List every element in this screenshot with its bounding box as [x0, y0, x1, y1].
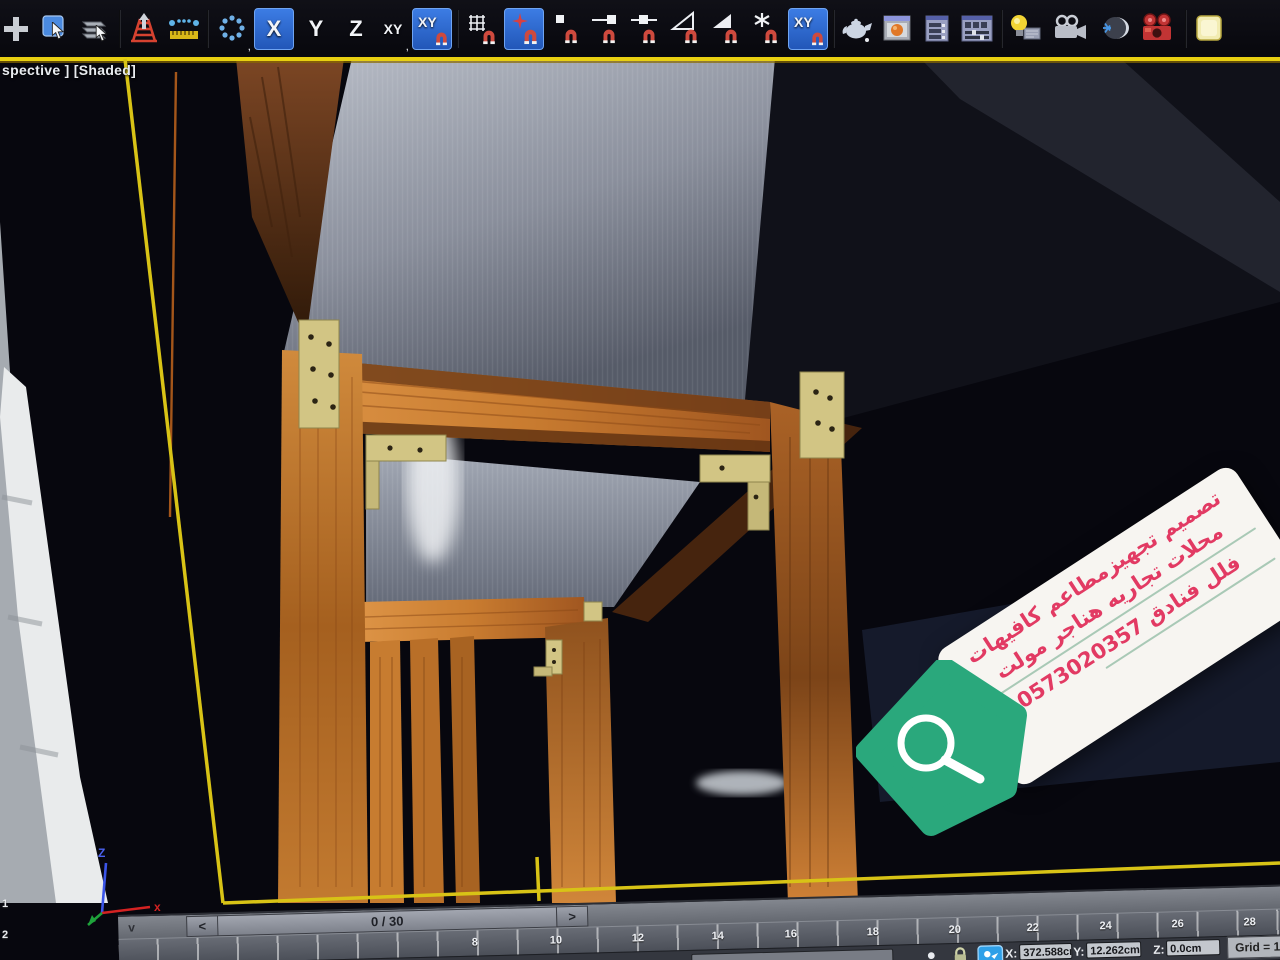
snap-angle-toggle[interactable] [666, 6, 706, 52]
ruler-tick: 22 [1026, 922, 1039, 934]
x-coordinate-label: X: [1005, 946, 1017, 960]
ruler-tick: 20 [948, 924, 961, 936]
edge-digit-1: 1 [2, 898, 8, 910]
snap-pivot-toggle[interactable] [504, 8, 544, 50]
video-camera-icon[interactable] [1046, 6, 1094, 52]
y-coordinate-field[interactable]: 12.262cm [1086, 941, 1141, 958]
select-object-icon[interactable] [36, 6, 76, 52]
ruler-tick: 28 [1243, 916, 1256, 928]
selection-lock-icon[interactable] [951, 947, 969, 960]
next-frame-button[interactable]: > [556, 906, 589, 928]
snap-xy-toggle-b[interactable]: XY [788, 8, 828, 50]
z-coordinate-field[interactable]: 0.0cm [1166, 939, 1220, 956]
edge-digit-2: 2 [2, 929, 8, 941]
perspective-viewport[interactable]: Z x [0, 57, 1280, 960]
ruler-tick: 8 [472, 936, 478, 948]
dialog-panel-a-icon[interactable] [918, 6, 958, 52]
snap-midpoint-toggle[interactable] [626, 6, 666, 52]
floor-highlight [696, 771, 788, 795]
main-toolbar: , X Y Z XY , XY [0, 0, 1280, 57]
slat [410, 638, 444, 903]
ruler-tick: 12 [632, 932, 645, 944]
snap-face-toggle[interactable] [706, 6, 746, 52]
measure-ruler-icon[interactable] [164, 6, 204, 52]
metal-bracket-left-top [299, 320, 339, 428]
transform-typein-button[interactable] [977, 945, 1003, 960]
slat [370, 640, 404, 903]
ruler-tick: 16 [785, 928, 798, 940]
toolbar-separator [833, 10, 835, 48]
select-by-name-icon[interactable] [76, 6, 116, 52]
axis-z-button[interactable]: Z [336, 6, 376, 52]
snap-star-toggle[interactable] [746, 6, 786, 52]
flyout-mark: , [248, 42, 251, 50]
toolbar-separator [457, 10, 459, 48]
dialog-panel-b-icon[interactable] [958, 6, 998, 52]
axis-y-button[interactable]: Y [296, 6, 336, 52]
ruler-tick: 14 [712, 930, 725, 942]
z-coordinate-label: Z: [1153, 943, 1165, 957]
video-post-camera-icon[interactable] [1134, 6, 1182, 52]
toolbar-separator [1185, 10, 1187, 48]
snap-grid-toggle[interactable] [462, 6, 502, 52]
toolbar-separator [207, 10, 209, 48]
brush-dots-icon[interactable]: , [212, 6, 252, 52]
ruler-tick: 24 [1099, 920, 1112, 932]
monitor-photo: , X Y Z XY , XY [0, 0, 1280, 960]
plus-tool-icon[interactable] [0, 6, 36, 52]
material-slot-icon[interactable] [1190, 6, 1230, 52]
toolbar-separator [119, 10, 121, 48]
snap-endpoint-toggle[interactable] [586, 6, 626, 52]
status-message-field[interactable] [691, 949, 893, 960]
snap-vertex-toggle[interactable] [546, 6, 586, 52]
metal-plate-small [584, 602, 602, 621]
gizmo-z-label: Z [98, 846, 105, 860]
grid-size-label: Grid = 10. [1227, 934, 1280, 959]
flyout-mark: , [406, 42, 409, 50]
scaffold-tool-icon[interactable] [124, 6, 164, 52]
ruler-tick: 26 [1171, 918, 1184, 930]
environment-sphere-icon[interactable] [1094, 6, 1134, 52]
ruler-tick: 18 [867, 926, 880, 938]
gizmo-x-label: x [154, 900, 161, 914]
viewport-label[interactable]: spective ] [Shaded] [2, 62, 136, 78]
snap-xy-toggle-a[interactable]: XY [412, 8, 452, 50]
axis-x-button[interactable]: X [254, 8, 294, 50]
x-coordinate-field[interactable]: 372.588cm [1019, 943, 1072, 960]
chevron-icon[interactable]: v [128, 920, 135, 934]
prev-frame-button[interactable]: < [186, 915, 219, 937]
rendered-frame-window-icon[interactable] [878, 6, 918, 52]
toolbar-separator [1001, 10, 1003, 48]
metal-bracket-right-top [800, 372, 844, 458]
pin-dot-icon[interactable] [923, 947, 939, 960]
y-coordinate-label: Y: [1073, 945, 1084, 959]
render-teapot-icon[interactable] [838, 6, 878, 52]
axis-xy-button[interactable]: XY , [376, 6, 410, 52]
magnifier-badge [856, 660, 1031, 845]
ruler-tick: 10 [550, 934, 563, 946]
left-post [278, 350, 368, 903]
light-lister-icon[interactable] [1006, 6, 1046, 52]
